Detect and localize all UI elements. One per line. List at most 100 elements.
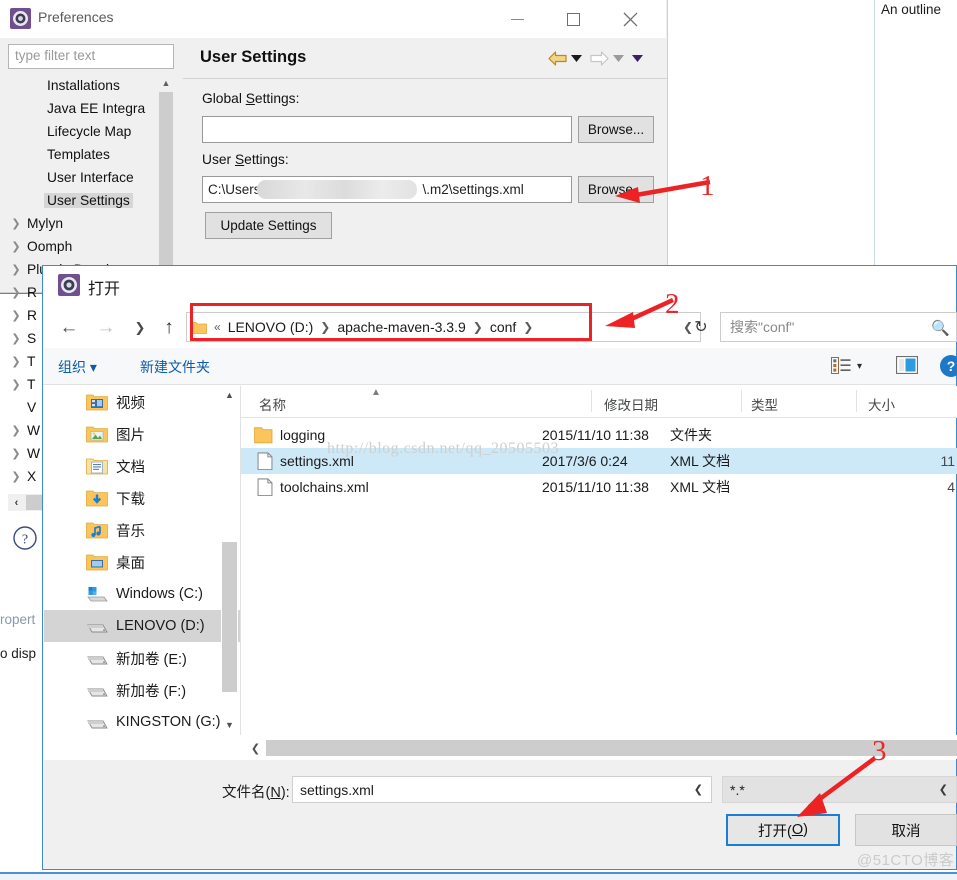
column-header-date[interactable]: 修改日期: [604, 394, 658, 414]
column-divider[interactable]: [741, 390, 742, 412]
tree-item-oomph[interactable]: ❯ Oomph: [8, 235, 174, 258]
filename-input[interactable]: settings.xml ❮: [292, 776, 712, 803]
forward-dropdown-icon[interactable]: [613, 54, 624, 63]
sidebar-item-pictures[interactable]: 图片: [44, 418, 240, 450]
back-arrow-icon[interactable]: ←: [55, 314, 83, 341]
forward-arrow-icon[interactable]: [590, 50, 609, 66]
watermark-51cto: @51CTO博客: [857, 852, 955, 869]
scrollbar-thumb[interactable]: [159, 92, 173, 282]
preferences-filter-input[interactable]: type filter text: [8, 44, 174, 69]
tree-item-mylyn[interactable]: ❯ Mylyn: [8, 212, 174, 235]
chevron-right-icon[interactable]: ❯: [8, 355, 24, 368]
pictures-folder-icon: [86, 426, 108, 443]
tree-item-label: W: [27, 446, 41, 461]
sidebar-item-volume-f[interactable]: 新加卷 (F:): [44, 674, 240, 706]
close-icon: [623, 12, 637, 26]
scroll-up-icon[interactable]: ▲: [221, 386, 238, 404]
tree-item-lifecycle-mappings[interactable]: Lifecycle Map: [8, 120, 174, 143]
organize-label: 组织: [58, 359, 86, 375]
scroll-left-icon[interactable]: ❮: [247, 740, 264, 756]
tree-item-templates[interactable]: Templates: [8, 143, 174, 166]
file-list[interactable]: logging 2015/11/10 11:38 文件夹 settings.xm…: [241, 422, 957, 722]
new-folder-button[interactable]: 新建文件夹: [140, 357, 210, 377]
global-settings-input[interactable]: [202, 116, 572, 143]
sidebar-item-volume-e[interactable]: 新加卷 (E:): [44, 642, 240, 674]
cancel-button[interactable]: 取消: [855, 814, 957, 846]
sidebar-item-label: Windows (C:): [116, 586, 204, 602]
user-settings-input[interactable]: C:\Users \.m2\settings.xml: [202, 176, 572, 203]
preferences-nav-toolbar[interactable]: [548, 45, 658, 71]
sidebar-item-downloads[interactable]: 下载: [44, 482, 240, 514]
chevron-right-icon[interactable]: ❯: [8, 424, 24, 437]
help-icon[interactable]: ?: [940, 355, 957, 377]
column-divider[interactable]: [591, 390, 592, 412]
open-dialog-title: 打开: [88, 281, 121, 298]
sidebar-item-lenovo-d[interactable]: LENOVO (D:): [44, 610, 240, 642]
sidebar-item-documents[interactable]: 文档: [44, 450, 240, 482]
recent-locations-chevron-icon[interactable]: ❯: [126, 314, 154, 341]
forward-arrow-icon[interactable]: →: [92, 314, 120, 341]
chevron-right-icon[interactable]: ❯: [8, 217, 24, 230]
file-type-filter-value: *.*: [730, 781, 745, 798]
chevron-down-icon[interactable]: ▾: [90, 359, 97, 375]
chevron-right-icon[interactable]: ❯: [8, 240, 24, 253]
organize-menu-button[interactable]: 组织 ▾: [58, 357, 97, 377]
back-arrow-icon[interactable]: [548, 50, 567, 66]
preview-pane-icon[interactable]: [895, 355, 919, 375]
up-arrow-icon[interactable]: ↑: [155, 314, 183, 341]
open-dialog-titlebar[interactable]: [43, 266, 956, 306]
outline-empty-message: An outline: [881, 2, 942, 17]
close-button[interactable]: [607, 0, 653, 38]
browse-global-button[interactable]: Browse...: [578, 116, 654, 143]
sidebar-item-kingston-g[interactable]: KINGSTON (G:): [44, 706, 240, 735]
folder-icon: [254, 427, 273, 443]
chevron-down-icon[interactable]: ❮: [694, 783, 703, 796]
column-header-name[interactable]: 名称: [259, 394, 286, 414]
chevron-right-icon[interactable]: ❯: [8, 447, 24, 460]
view-mode-chevron-icon[interactable]: ▾: [857, 361, 862, 372]
sidebar-item-videos[interactable]: 视频: [44, 386, 240, 418]
sidebar-item-desktop[interactable]: 桌面: [44, 546, 240, 578]
back-dropdown-icon[interactable]: [571, 54, 582, 63]
column-divider[interactable]: [856, 390, 857, 412]
tree-item-user-settings[interactable]: User Settings: [8, 189, 174, 212]
refresh-icon[interactable]: ↻: [688, 314, 714, 340]
file-list-hscroll-thumb[interactable]: [266, 740, 957, 756]
table-row[interactable]: toolchains.xml 2015/11/10 11:38 XML 文档 4: [241, 474, 957, 500]
sidebar-item-music[interactable]: 音乐: [44, 514, 240, 546]
chevron-right-icon[interactable]: ❯: [8, 286, 24, 299]
tree-item-java-ee-integration[interactable]: Java EE Integra: [8, 97, 174, 120]
chevron-down-icon[interactable]: ❮: [939, 783, 948, 796]
open-button[interactable]: 打开(O): [726, 814, 840, 846]
chevron-right-icon[interactable]: ❯: [8, 378, 24, 391]
chevron-right-icon[interactable]: ❯: [8, 309, 24, 322]
minimize-icon: [510, 18, 524, 20]
open-dialog-sidebar[interactable]: 视频 图片 文档 下载 音乐 桌面 Windows (C:) LENOVO (D…: [44, 386, 240, 735]
search-icon[interactable]: 🔍: [931, 319, 950, 337]
svg-text:?: ?: [22, 533, 28, 548]
sidebar-item-windows-c[interactable]: Windows (C:): [44, 578, 240, 610]
update-settings-button[interactable]: Update Settings: [205, 212, 332, 239]
drive-icon: [87, 624, 108, 633]
browse-user-button[interactable]: Browse...: [578, 176, 654, 203]
chevron-right-icon[interactable]: ❯: [8, 332, 24, 345]
column-header-size[interactable]: 大小: [868, 394, 895, 414]
tree-item-installations[interactable]: Installations: [8, 74, 174, 97]
chevron-right-icon[interactable]: ❯: [8, 470, 24, 483]
tree-item-user-interface[interactable]: User Interface: [8, 166, 174, 189]
sidebar-scrollbar-thumb[interactable]: [222, 542, 237, 692]
help-question-icon[interactable]: ?: [12, 525, 38, 551]
file-size: 4: [947, 479, 955, 495]
file-type-filter-select[interactable]: *.* ❮: [722, 776, 957, 803]
chevron-right-icon[interactable]: ❯: [8, 263, 24, 276]
maximize-button[interactable]: [550, 0, 596, 38]
minimize-button[interactable]: [494, 0, 540, 38]
list-view-icon[interactable]: [831, 357, 851, 374]
column-header-type[interactable]: 类型: [751, 394, 778, 414]
scroll-left-icon[interactable]: ‹: [8, 494, 25, 511]
scroll-down-icon[interactable]: ▼: [221, 716, 238, 734]
search-input[interactable]: 搜索"conf" 🔍: [720, 312, 957, 342]
scroll-up-icon[interactable]: ▲: [158, 74, 174, 91]
eclipse-open-icon: [58, 274, 80, 296]
view-menu-icon[interactable]: [632, 54, 643, 63]
